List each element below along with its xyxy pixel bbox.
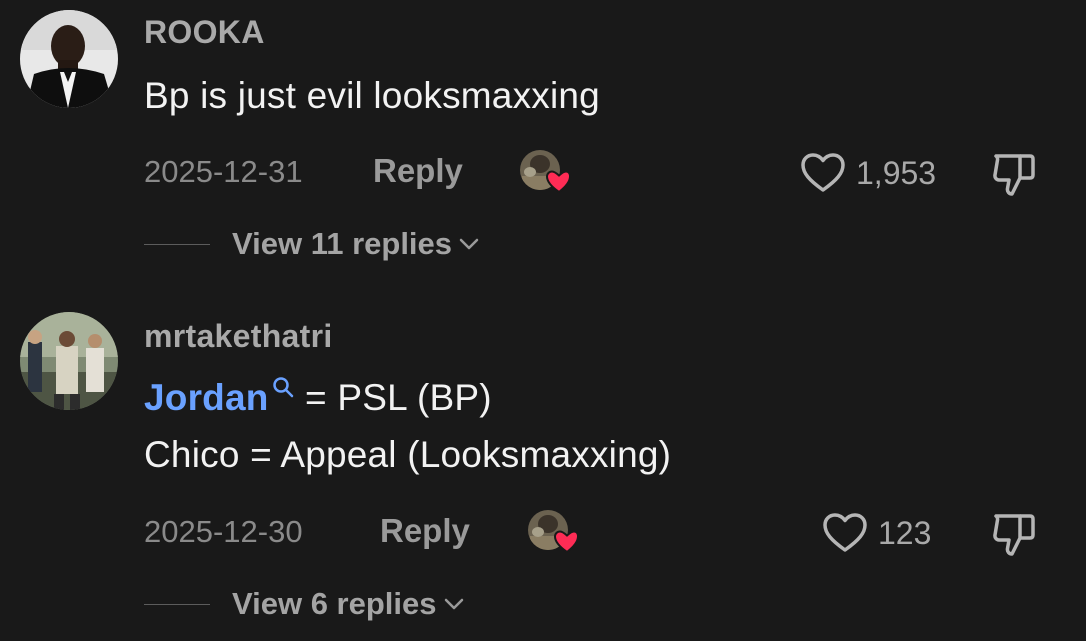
comment-date: 2025-12-30 [144,514,303,549]
avatar[interactable] [20,10,118,108]
mention-link[interactable]: Jordan [144,377,269,418]
view-replies-button[interactable]: View 6 replies [144,582,465,626]
comment-username[interactable]: mrtakethatri [144,318,333,355]
divider [144,243,210,245]
comment-text: = PSL (BP) [294,377,492,418]
view-replies-label: View 11 replies [232,226,453,261]
reply-button[interactable]: Reply [380,512,470,550]
comment-text: Bp is just evil looksmaxxing [144,75,600,116]
like-button[interactable]: 123 [822,508,931,558]
thumbs-down-icon[interactable] [990,150,1038,198]
thumbs-down-icon[interactable] [990,510,1038,558]
like-button[interactable]: 1,953 [800,148,936,198]
comments-panel: ROOKA Bp is just evil looksmaxxing 2025-… [0,0,1086,641]
creator-heart-badge-icon [518,148,572,194]
chevron-down-icon [459,238,479,250]
like-count: 123 [878,514,932,551]
avatar[interactable] [20,312,118,410]
reply-button[interactable]: Reply [373,152,463,190]
heart-outline-icon [801,153,845,192]
comment-item: mrtakethatri Jordan = PSL (BP) Chico = A… [0,300,1086,641]
comment-text-line-1: Jordan = PSL (BP) [144,377,492,419]
comment-username[interactable]: ROOKA [144,14,265,51]
heart-outline-icon [823,513,867,552]
view-replies-label: View 6 replies [232,586,437,621]
chevron-down-icon [444,598,463,610]
comment-date: 2025-12-31 [144,154,303,189]
creator-heart-badge-icon [526,508,580,554]
like-count: 1,953 [856,154,937,191]
view-replies-button[interactable]: View 11 replies [144,222,480,266]
comment-item: ROOKA Bp is just evil looksmaxxing 2025-… [0,0,1086,300]
search-icon[interactable] [271,375,295,399]
divider [144,603,210,605]
comment-text-line-2: Chico = Appeal (Looksmaxxing) [144,434,672,475]
